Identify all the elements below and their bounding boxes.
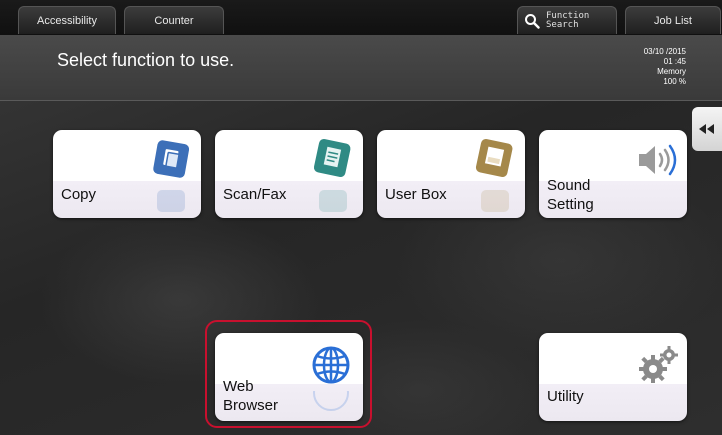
selection-highlight [205,320,372,428]
sound-setting-label: Sound Setting [547,176,594,214]
scan-fax-icon-reflection [319,190,347,212]
user-box-label: User Box [385,186,447,203]
job-list-label: Job List [654,14,692,27]
collapse-panel-button[interactable] [692,107,722,151]
copy-button[interactable]: Copy [53,130,201,218]
function-search-label: Function Search [546,11,589,30]
memory-value: 100 % [663,77,686,86]
user-box-icon-reflection [481,190,509,212]
scan-fax-button[interactable]: Scan/Fax [215,130,363,218]
main-menu-screen: Accessibility Counter Function Search Jo… [0,0,722,435]
function-search-line2: Search [546,19,579,30]
copy-icon [153,140,190,178]
sound-setting-button[interactable]: Sound Setting [539,130,687,218]
page-title: Select function to use. [57,50,235,70]
job-list-tab[interactable]: Job List [625,6,721,34]
accessibility-tab[interactable]: Accessibility [18,6,116,34]
gears-icon [639,346,678,383]
function-search-tab[interactable]: Function Search [517,6,617,34]
scan-fax-icon [313,138,351,178]
status-time: 01 :45 [663,57,686,66]
status-info: 03/10 /2015 01 :45 Memory 100 % [644,47,686,87]
status-date: 03/10 /2015 [643,47,686,56]
memory-label: Memory [657,67,686,76]
user-box-icon [475,138,513,178]
utility-label: Utility [547,388,584,405]
copy-icon-reflection [157,190,185,212]
accessibility-label: Accessibility [37,14,97,27]
header-panel: Select function to use. 03/10 /2015 01 :… [0,35,722,101]
user-box-button[interactable]: User Box [377,130,525,218]
sound-setting-label-line1: Sound [547,177,591,194]
counter-tab[interactable]: Counter [124,6,224,34]
scan-fax-label: Scan/Fax [223,186,287,203]
search-icon [525,13,540,29]
top-bar: Accessibility Counter Function Search Jo… [0,0,722,35]
sound-setting-label-line2: Setting [547,196,594,213]
speaker-icon [639,144,677,176]
copy-label: Copy [61,186,97,203]
utility-button[interactable]: Utility [539,333,687,421]
counter-label: Counter [154,14,194,27]
double-left-arrow-icon [699,124,714,134]
